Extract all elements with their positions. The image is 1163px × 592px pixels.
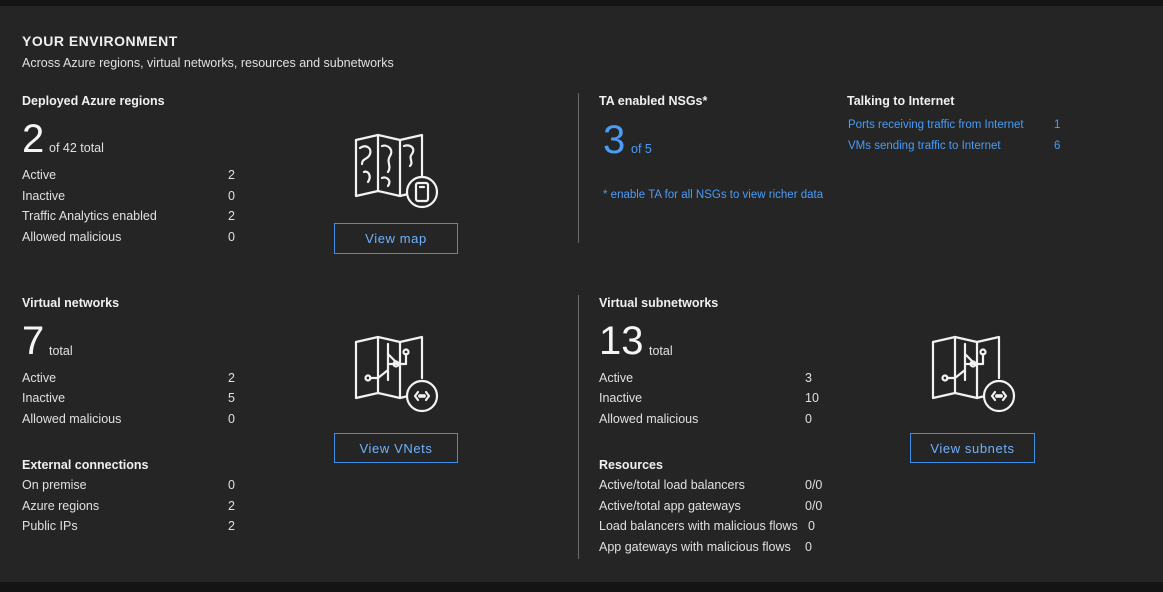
regions-malicious-label: Allowed malicious: [22, 230, 122, 244]
subnets-count: 13: [599, 319, 644, 363]
vnets-count-suffix: total: [49, 344, 73, 358]
resources-lb-label: Active/total load balancers: [599, 478, 745, 492]
regions-inactive-value: 0: [228, 189, 235, 203]
view-vnets-button[interactable]: View VNets: [334, 433, 458, 463]
vnets-malicious-label: Allowed malicious: [22, 412, 122, 426]
subnet-map-icon: [929, 334, 1019, 414]
external-publicips-value: 2: [228, 519, 235, 533]
regions-title: Deployed Azure regions: [22, 94, 165, 108]
regions-active-label: Active: [22, 168, 57, 182]
regions-ta-value: 2: [228, 209, 235, 223]
vnets-inactive-value: 5: [228, 391, 235, 405]
resources-appgw-value: 0/0: [805, 499, 823, 513]
regions-count-suffix: of 42 total: [49, 141, 104, 155]
nsgs-count-suffix: of 5: [631, 142, 652, 156]
external-onprem-label: On premise: [22, 478, 87, 492]
vnets-active-label: Active: [22, 371, 57, 385]
external-regions-value: 2: [228, 499, 235, 513]
regions-ta-label: Traffic Analytics enabled: [22, 209, 157, 223]
nsgs-count: 3: [603, 118, 626, 162]
regions-active-value: 2: [228, 168, 235, 182]
view-map-button[interactable]: View map: [334, 223, 458, 254]
regions-count: 2: [22, 117, 45, 161]
environment-panel: YOUR ENVIRONMENT Across Azure regions, v…: [0, 6, 1163, 582]
resources-appgw-malicious-label: App gateways with malicious flows: [599, 540, 791, 554]
nsgs-enable-note[interactable]: * enable TA for all NSGs to view richer …: [603, 189, 823, 201]
ports-receiving-link[interactable]: Ports receiving traffic from Internet: [848, 119, 1024, 131]
subnets-count-suffix: total: [649, 344, 673, 358]
subnets-malicious-value: 0: [805, 412, 812, 426]
external-onprem-value: 0: [228, 478, 235, 492]
page-title: YOUR ENVIRONMENT: [22, 33, 178, 49]
network-map-icon: [352, 334, 442, 414]
subnets-title: Virtual subnetworks: [599, 296, 719, 310]
vnets-inactive-label: Inactive: [22, 391, 66, 405]
vnets-title: Virtual networks: [22, 296, 120, 310]
vertical-divider-bottom: [578, 295, 579, 559]
vnets-active-value: 2: [228, 371, 235, 385]
subnets-malicious-label: Allowed malicious: [599, 412, 699, 426]
external-publicips-label: Public IPs: [22, 519, 78, 533]
ports-receiving-value[interactable]: 1: [1054, 119, 1060, 131]
vms-sending-value[interactable]: 6: [1054, 140, 1060, 152]
regions-inactive-label: Inactive: [22, 189, 66, 203]
resources-lb-malicious-value: 0: [808, 519, 815, 533]
resources-lb-malicious-label: Load balancers with malicious flows: [599, 519, 798, 533]
resources-title: Resources: [599, 458, 663, 472]
subnets-active-label: Active: [599, 371, 634, 385]
vertical-divider-top: [578, 93, 579, 243]
resources-appgw-malicious-value: 0: [805, 540, 812, 554]
nsgs-title: TA enabled NSGs*: [599, 94, 708, 108]
internet-title: Talking to Internet: [847, 94, 955, 108]
view-subnets-button[interactable]: View subnets: [910, 433, 1035, 463]
external-regions-label: Azure regions: [22, 499, 100, 513]
external-title: External connections: [22, 458, 149, 472]
vnets-malicious-value: 0: [228, 412, 235, 426]
vms-sending-link[interactable]: VMs sending traffic to Internet: [848, 140, 1001, 152]
resources-appgw-label: Active/total app gateways: [599, 499, 741, 513]
resources-lb-value: 0/0: [805, 478, 823, 492]
vnets-count: 7: [22, 319, 45, 363]
world-map-icon: [352, 132, 442, 212]
page-subtitle: Across Azure regions, virtual networks, …: [22, 56, 394, 70]
subnets-inactive-value: 10: [805, 391, 819, 405]
subnets-inactive-label: Inactive: [599, 391, 643, 405]
subnets-active-value: 3: [805, 371, 812, 385]
regions-malicious-value: 0: [228, 230, 235, 244]
